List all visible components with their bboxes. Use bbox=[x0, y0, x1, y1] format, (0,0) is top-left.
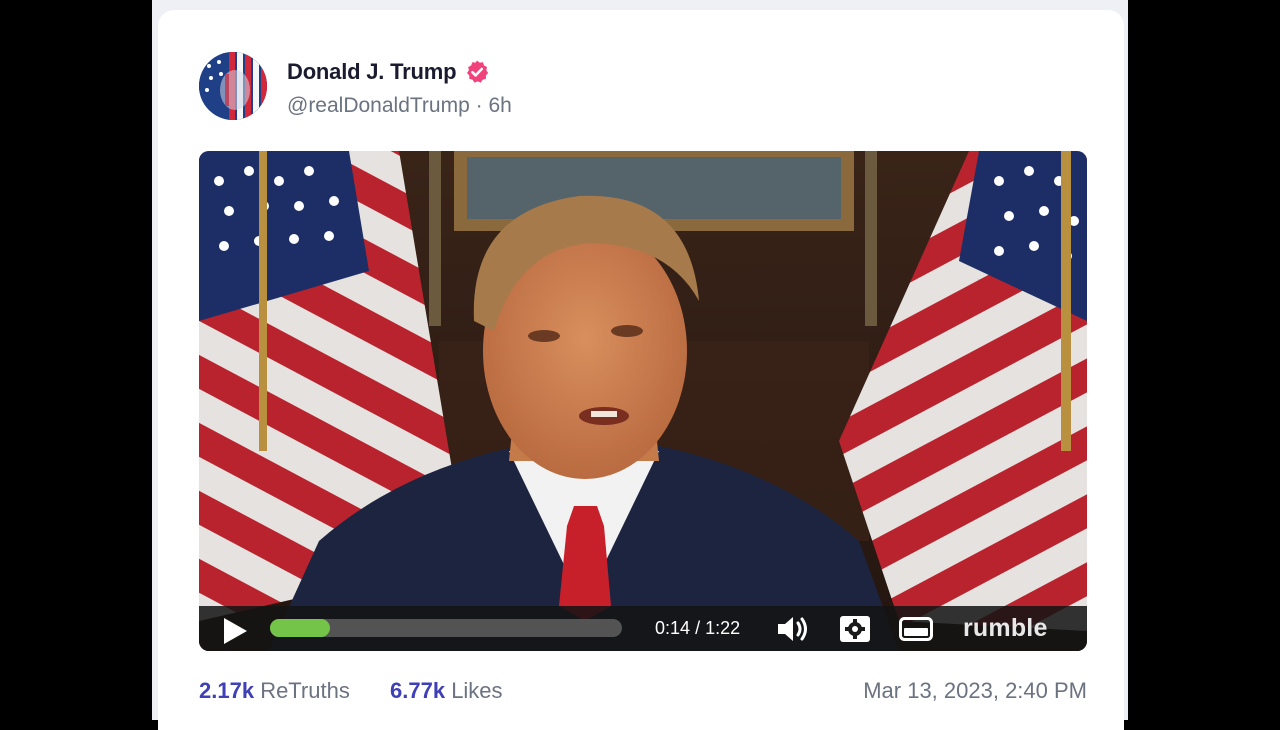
verified-badge-icon bbox=[464, 59, 490, 85]
author-display-name[interactable]: Donald J. Trump bbox=[287, 59, 457, 85]
author-handle-row: @realDonaldTrump · 6h bbox=[287, 94, 512, 118]
video-time: 0:14 / 1:22 bbox=[655, 618, 740, 639]
video-player[interactable]: 0:14 / 1:22 rumble bbox=[199, 151, 1087, 651]
handle-separator: · bbox=[475, 94, 483, 117]
gear-icon[interactable] bbox=[839, 615, 871, 643]
likes-stat[interactable]: 6.77k Likes bbox=[390, 678, 503, 704]
picture-in-picture-icon[interactable] bbox=[899, 616, 933, 642]
retruths-label: ReTruths bbox=[260, 678, 350, 703]
post-footer: 2.17k ReTruths 6.77k Likes Mar 13, 2023,… bbox=[199, 674, 1087, 706]
video-progress-bar[interactable] bbox=[270, 619, 622, 637]
rumble-logo[interactable]: rumble bbox=[963, 614, 1048, 643]
video-controls-bar: 0:14 / 1:22 rumble bbox=[199, 606, 1087, 651]
likes-label: Likes bbox=[451, 678, 503, 703]
play-icon[interactable] bbox=[219, 616, 249, 646]
likes-count: 6.77k bbox=[390, 678, 446, 703]
time-separator: / bbox=[695, 618, 701, 638]
video-frame bbox=[199, 151, 1087, 651]
author-name-row: Donald J. Trump bbox=[287, 58, 490, 86]
current-time: 0:14 bbox=[655, 618, 691, 638]
retruths-count: 2.17k bbox=[199, 678, 255, 703]
avatar[interactable] bbox=[199, 52, 267, 120]
duration: 1:22 bbox=[705, 618, 741, 638]
left-black-bar bbox=[0, 0, 152, 720]
post-card: Donald J. Trump @realDonaldTrump · 6h 0:… bbox=[158, 10, 1124, 730]
right-black-bar bbox=[1128, 0, 1280, 720]
retruths-stat[interactable]: 2.17k ReTruths bbox=[199, 678, 350, 704]
post-timestamp[interactable]: Mar 13, 2023, 2:40 PM bbox=[863, 678, 1087, 704]
volume-icon[interactable] bbox=[776, 614, 810, 644]
page-background: Donald J. Trump @realDonaldTrump · 6h 0:… bbox=[152, 0, 1128, 730]
post-age[interactable]: 6h bbox=[488, 94, 511, 117]
author-handle[interactable]: @realDonaldTrump bbox=[287, 94, 470, 117]
video-progress-fill bbox=[270, 619, 330, 637]
